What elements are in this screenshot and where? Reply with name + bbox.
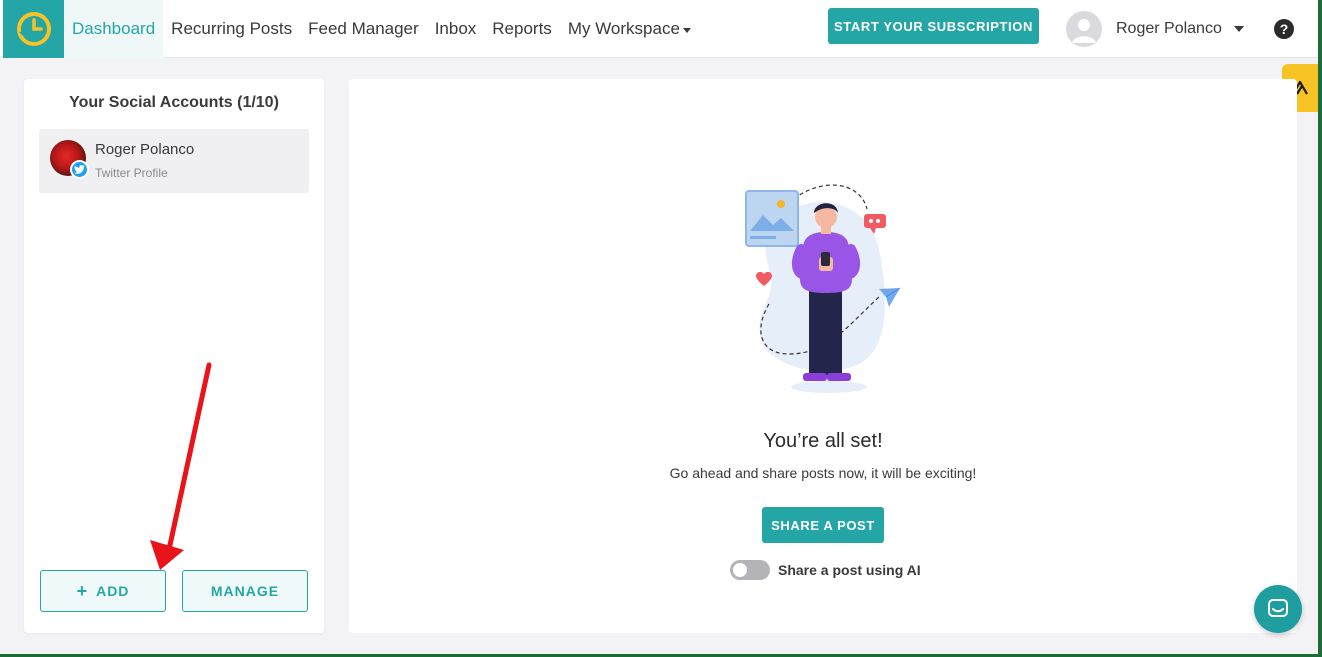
nav-my-workspace[interactable]: My Workspace <box>560 0 699 58</box>
nav-my-workspace-label: My Workspace <box>567 19 680 38</box>
ai-share-row: Share a post using AI <box>730 560 921 580</box>
nav-inbox-label: Inbox <box>434 19 477 38</box>
nav-dashboard-label: Dashboard <box>72 19 156 38</box>
app-window: Dashboard Recurring Posts Feed Manager I… <box>0 0 1318 654</box>
nav-reports[interactable]: Reports <box>484 0 560 58</box>
account-type: Twitter Profile <box>95 166 168 180</box>
clock-logo-icon <box>16 12 51 46</box>
ai-share-toggle[interactable] <box>730 560 770 580</box>
share-post-button[interactable]: SHARE A POST <box>762 507 884 543</box>
account-name: Roger Polanco <box>95 141 195 158</box>
help-glyph: ? <box>1279 21 1289 37</box>
success-title: You’re all set! <box>763 430 883 452</box>
app-logo[interactable] <box>3 0 64 58</box>
twitter-icon <box>70 160 89 179</box>
annotation-arrow-icon <box>150 362 212 570</box>
toggle-knob <box>733 563 747 577</box>
nav-reports-label: Reports <box>492 19 552 38</box>
chat-icon <box>1268 599 1288 617</box>
help-icon[interactable]: ? <box>1274 19 1294 39</box>
account-item[interactable]: Roger Polanco Twitter Profile <box>39 129 309 193</box>
main-content-panel: You’re all set! Go ahead and share posts… <box>349 79 1297 633</box>
plus-icon: + <box>76 580 89 601</box>
social-accounts-title: Your Social Accounts (1/10) <box>69 94 279 111</box>
chevron-down-icon <box>682 27 691 33</box>
top-nav-bar: Dashboard Recurring Posts Feed Manager I… <box>0 0 1318 58</box>
nav-feed-manager[interactable]: Feed Manager <box>300 0 427 58</box>
nav-recurring-posts[interactable]: Recurring Posts <box>163 0 300 58</box>
nav-recurring-posts-label: Recurring Posts <box>171 19 293 38</box>
user-silhouette-icon <box>1072 19 1096 43</box>
user-avatar <box>1066 11 1102 47</box>
user-caret-down-icon <box>1233 26 1244 32</box>
add-account-label: ADD <box>96 583 130 599</box>
main-nav: Dashboard Recurring Posts Feed Manager I… <box>64 0 699 58</box>
manage-accounts-button[interactable]: MANAGE <box>182 570 308 612</box>
user-menu[interactable]: Roger Polanco <box>1066 11 1244 47</box>
ai-share-label: Share a post using AI <box>778 562 921 578</box>
person-with-phone-illustration <box>745 184 901 393</box>
nav-dashboard[interactable]: Dashboard <box>64 0 164 58</box>
manage-accounts-label: MANAGE <box>210 583 280 599</box>
success-subtitle: Go ahead and share posts now, it will be… <box>669 465 977 481</box>
nav-inbox[interactable]: Inbox <box>427 0 485 58</box>
user-name: Roger Polanco <box>1116 20 1222 37</box>
add-account-button[interactable]: + ADD <box>40 570 166 612</box>
nav-feed-manager-label: Feed Manager <box>308 19 419 38</box>
chat-support-button[interactable] <box>1254 585 1302 633</box>
start-subscription-button[interactable]: START YOUR SUBSCRIPTION <box>828 8 1039 44</box>
